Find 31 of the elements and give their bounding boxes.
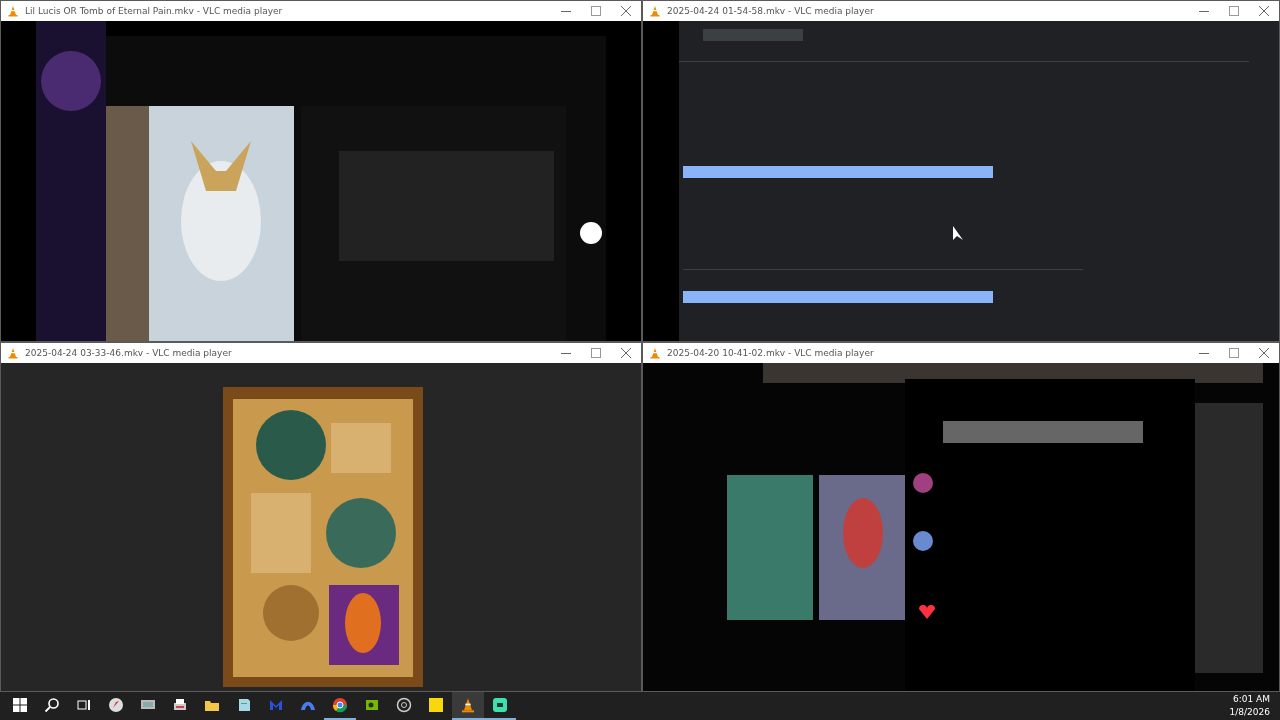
- search-icon: [44, 697, 60, 713]
- aperture-icon: [396, 697, 412, 713]
- close-icon[interactable]: [621, 6, 631, 16]
- maximize-icon[interactable]: [591, 348, 601, 358]
- close-icon[interactable]: [1259, 348, 1269, 358]
- window-title: 2025-04-24 01-54-58.mkv - VLC media player: [667, 6, 875, 16]
- maximize-icon[interactable]: [1229, 348, 1239, 358]
- maximize-icon[interactable]: [1229, 6, 1239, 16]
- traffic-cone-icon: [7, 347, 19, 359]
- windows-logo-icon: [13, 698, 27, 712]
- window-title: 2025-04-20 10-41-02.mkv - VLC media player: [667, 348, 875, 358]
- close-icon[interactable]: [621, 348, 631, 358]
- task-view-icon: [77, 698, 91, 712]
- compass-icon: [108, 697, 124, 713]
- traffic-cone-icon: [460, 697, 476, 713]
- clock-time: 6:01 AM: [1233, 693, 1270, 706]
- browser-icon: [332, 697, 348, 713]
- close-icon[interactable]: [1259, 6, 1269, 16]
- window-title: Lil Lucis OR Tomb of Eternal Pain.mkv - VLC media player: [25, 6, 284, 16]
- screen-app-icon: [492, 697, 508, 713]
- m-logo-icon: [268, 697, 284, 713]
- notepad-icon: [236, 697, 252, 713]
- maximize-icon[interactable]: [591, 6, 601, 16]
- traffic-cone-icon: [7, 5, 19, 17]
- window-title: 2025-04-24 03-33-46.mkv - VLC media player: [25, 348, 233, 358]
- traffic-cone-icon: [649, 347, 661, 359]
- printer-icon: [172, 697, 188, 713]
- sticky-note-icon: [428, 697, 444, 713]
- chip-icon: [364, 697, 380, 713]
- clock-date: 1/8/2026: [1229, 706, 1270, 719]
- traffic-cone-icon: [649, 5, 661, 17]
